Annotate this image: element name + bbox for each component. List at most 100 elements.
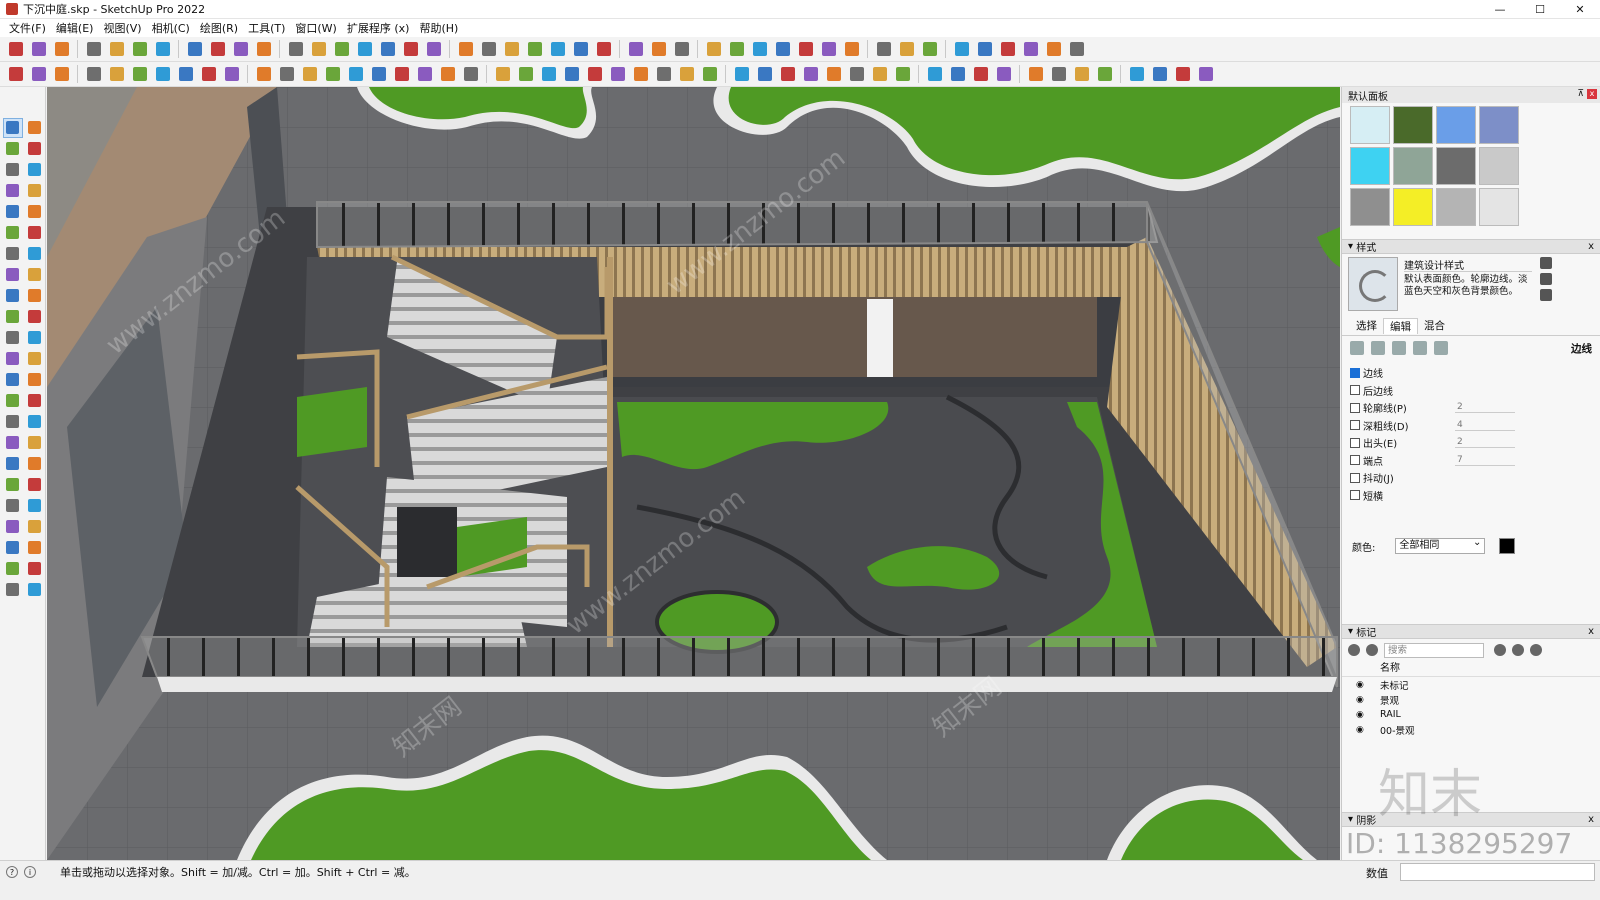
- tag-column-header[interactable]: 名称: [1342, 661, 1600, 677]
- toolbar-tool-button[interactable]: [800, 64, 821, 85]
- toolbar-tool-button[interactable]: [607, 64, 628, 85]
- tool-button[interactable]: [3, 244, 23, 264]
- tool-button[interactable]: [25, 202, 45, 222]
- edge-option-checkbox[interactable]: [1350, 437, 1360, 448]
- menu-extensions[interactable]: 扩展程序 (x): [342, 20, 415, 36]
- toolbar-tool-button[interactable]: [974, 39, 995, 60]
- toolbar-tool-button[interactable]: [873, 39, 894, 60]
- toolbar-tool-button[interactable]: [772, 39, 793, 60]
- material-swatch[interactable]: [1393, 147, 1433, 185]
- tool-button[interactable]: [3, 496, 23, 516]
- tag-row[interactable]: ◉ 未标记: [1342, 677, 1600, 692]
- update-style-icon[interactable]: [1540, 257, 1552, 269]
- toolbar-tool-button[interactable]: [331, 39, 352, 60]
- toolbar-tool-button[interactable]: [1025, 64, 1046, 85]
- toolbar-tool-button[interactable]: [28, 39, 49, 60]
- toolbar-tool-button[interactable]: [391, 64, 412, 85]
- toolbar-tool-button[interactable]: [152, 64, 173, 85]
- minimize-button[interactable]: —: [1480, 0, 1520, 19]
- face-settings-icon[interactable]: [1371, 341, 1385, 355]
- toolbar-tool-button[interactable]: [924, 64, 945, 85]
- toolbar-tool-button[interactable]: [51, 39, 72, 60]
- tool-button[interactable]: [3, 223, 23, 243]
- tool-button[interactable]: [25, 139, 45, 159]
- material-swatch[interactable]: [1393, 188, 1433, 226]
- toolbar-tool-button[interactable]: [570, 39, 591, 60]
- tool-button[interactable]: [25, 160, 45, 180]
- style-description[interactable]: 默认表面颜色。轮廓边线。淡蓝色天空和灰色背景颜色。: [1404, 274, 1532, 298]
- tag-row[interactable]: ◉ RAIL: [1342, 707, 1600, 722]
- toolbar-tool-button[interactable]: [524, 39, 545, 60]
- toolbar-tool-button[interactable]: [703, 39, 724, 60]
- style-name-field[interactable]: 建筑设计样式: [1404, 257, 1532, 272]
- background-settings-icon[interactable]: [1392, 341, 1406, 355]
- material-swatch[interactable]: [1350, 147, 1390, 185]
- tool-button[interactable]: [3, 160, 23, 180]
- measurements-input[interactable]: [1400, 863, 1595, 881]
- tool-button[interactable]: [25, 517, 45, 537]
- toolbar-tool-button[interactable]: [1043, 39, 1064, 60]
- toolbar-tool-button[interactable]: [460, 64, 481, 85]
- toolbar-tool-button[interactable]: [538, 64, 559, 85]
- toolbar-tool-button[interactable]: [676, 64, 697, 85]
- tool-button[interactable]: [25, 265, 45, 285]
- menu-draw[interactable]: 绘图(R): [195, 20, 243, 36]
- toolbar-tool-button[interactable]: [869, 64, 890, 85]
- toolbar-tool-button[interactable]: [951, 39, 972, 60]
- toolbar-tool-button[interactable]: [83, 39, 104, 60]
- toolbar-tool-button[interactable]: [625, 39, 646, 60]
- toolbar-tool-button[interactable]: [322, 64, 343, 85]
- model-viewport[interactable]: www.znzmo.com www.znzmo.com www.znzmo.co…: [47, 87, 1340, 860]
- toolbar-tool-button[interactable]: [993, 64, 1014, 85]
- toolbar-tool-button[interactable]: [5, 39, 26, 60]
- toolbar-tool-button[interactable]: [1071, 64, 1092, 85]
- tags-section-header[interactable]: ▾ 标记 x: [1342, 624, 1600, 639]
- tool-button[interactable]: [3, 475, 23, 495]
- tool-button[interactable]: [3, 307, 23, 327]
- tool-button[interactable]: [3, 538, 23, 558]
- toolbar-tool-button[interactable]: [299, 64, 320, 85]
- toolbar-tool-button[interactable]: [253, 39, 274, 60]
- toolbar-tool-button[interactable]: [593, 39, 614, 60]
- toolbar-tool-button[interactable]: [175, 64, 196, 85]
- tool-button[interactable]: [25, 538, 45, 558]
- toolbar-tool-button[interactable]: [129, 39, 150, 60]
- toolbar-tool-button[interactable]: [749, 39, 770, 60]
- tag-color-icon[interactable]: [1494, 644, 1506, 656]
- tool-button[interactable]: [3, 412, 23, 432]
- toolbar-tool-button[interactable]: [630, 64, 651, 85]
- toolbar-tool-button[interactable]: [648, 39, 669, 60]
- tag-row[interactable]: ◉ 00-景观: [1342, 722, 1600, 737]
- toolbar-tool-button[interactable]: [731, 64, 752, 85]
- menu-camera[interactable]: 相机(C): [147, 20, 195, 36]
- add-folder-icon[interactable]: [1366, 644, 1378, 656]
- menu-window[interactable]: 窗口(W): [290, 20, 341, 36]
- modeling-settings-icon[interactable]: [1434, 341, 1448, 355]
- styles-close-button[interactable]: x: [1588, 241, 1594, 252]
- toolbar-tool-button[interactable]: [345, 64, 366, 85]
- create-style-icon[interactable]: [1540, 273, 1552, 285]
- toolbar-tool-button[interactable]: [221, 64, 242, 85]
- tab-edit[interactable]: 编辑: [1383, 317, 1418, 334]
- tool-button[interactable]: [25, 412, 45, 432]
- edge-option-checkbox[interactable]: [1350, 367, 1360, 378]
- edge-color-well[interactable]: [1499, 538, 1516, 554]
- tool-button[interactable]: [3, 391, 23, 411]
- toolbar-tool-button[interactable]: [561, 64, 582, 85]
- delete-tag-icon[interactable]: [1512, 644, 1524, 656]
- toolbar-tool-button[interactable]: [51, 64, 72, 85]
- tool-button[interactable]: [25, 496, 45, 516]
- tool-button[interactable]: [25, 580, 45, 600]
- toolbar-tool-button[interactable]: [478, 39, 499, 60]
- toolbar-tool-button[interactable]: [823, 64, 844, 85]
- toolbar-tool-button[interactable]: [400, 39, 421, 60]
- menu-view[interactable]: 视图(V): [98, 20, 146, 36]
- toolbar-tool-button[interactable]: [83, 64, 104, 85]
- toolbar-tool-button[interactable]: [152, 39, 173, 60]
- toolbar-tool-button[interactable]: [671, 39, 692, 60]
- edge-option-checkbox[interactable]: [1350, 402, 1360, 413]
- toolbar-tool-button[interactable]: [777, 64, 798, 85]
- toolbar-tool-button[interactable]: [653, 64, 674, 85]
- toolbar-tool-button[interactable]: [455, 39, 476, 60]
- tool-button[interactable]: [25, 118, 44, 138]
